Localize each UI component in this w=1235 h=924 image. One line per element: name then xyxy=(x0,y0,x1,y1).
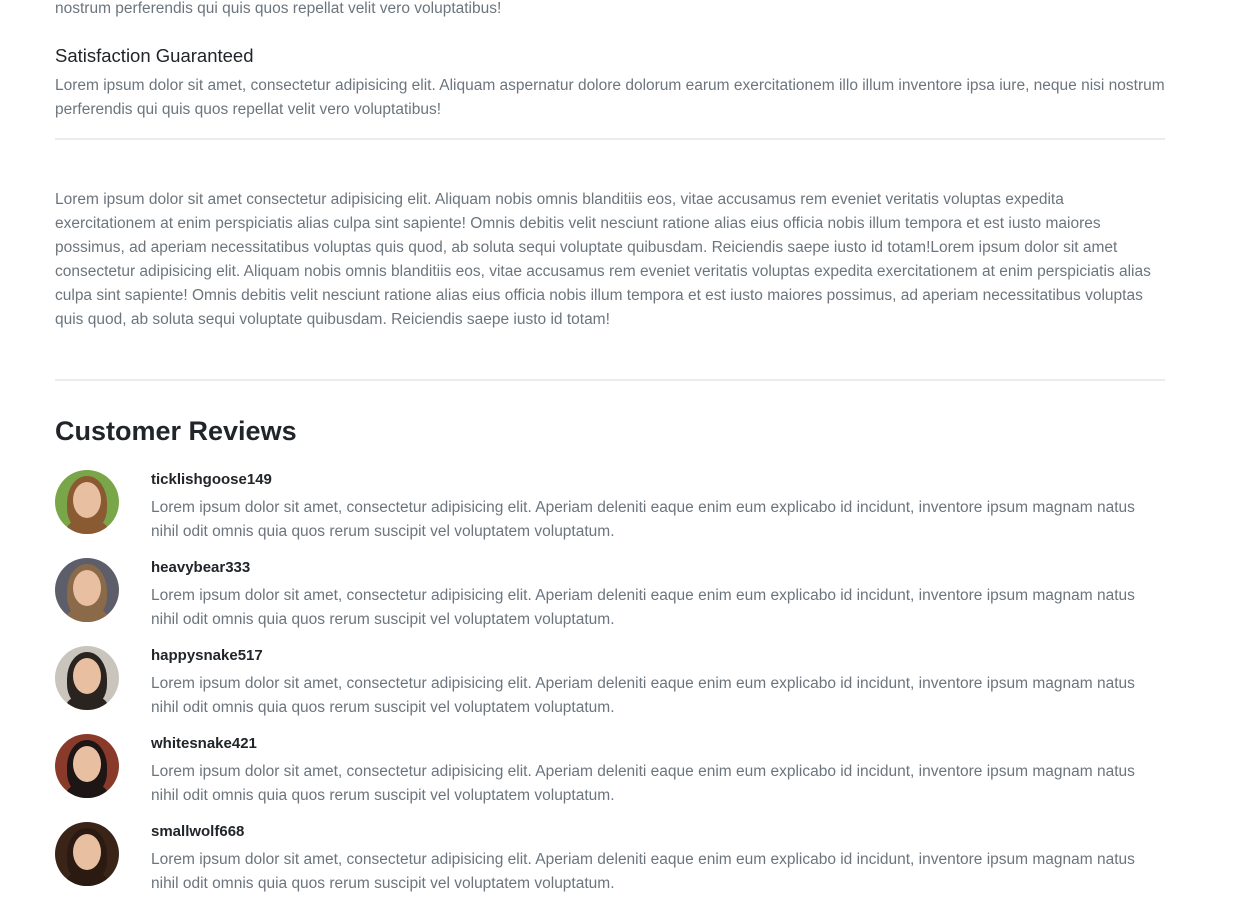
feature-text: Lorem ipsum dolor sit amet, consectetur … xyxy=(55,77,1165,118)
review-item: whitesnake421 Lorem ipsum dolor sit amet… xyxy=(55,734,1165,822)
review-text: Lorem ipsum dolor sit amet, consectetur … xyxy=(151,851,1135,892)
review-username: ticklishgoose149 xyxy=(151,471,272,488)
review-item: heavybear333 Lorem ipsum dolor sit amet,… xyxy=(55,558,1165,646)
divider xyxy=(55,138,1165,140)
review-username: heavybear333 xyxy=(151,559,251,576)
review-text: Lorem ipsum dolor sit amet, consectetur … xyxy=(151,587,1135,628)
review-text: Lorem ipsum dolor sit amet, consectetur … xyxy=(151,499,1135,540)
review-item: happysnake517 Lorem ipsum dolor sit amet… xyxy=(55,646,1165,734)
review-username: smallwolf668 xyxy=(151,823,245,840)
avatar xyxy=(55,470,119,534)
avatar xyxy=(55,646,119,710)
review-text: Lorem ipsum dolor sit amet, consectetur … xyxy=(151,675,1135,716)
feature-text-previous: nostrum perferendis qui quis quos repell… xyxy=(55,0,502,17)
product-description: Lorem ipsum dolor sit amet consectetur a… xyxy=(55,191,1151,328)
feature-title: Satisfaction Guaranteed xyxy=(55,45,254,66)
review-text: Lorem ipsum dolor sit amet, consectetur … xyxy=(151,763,1135,804)
review-username: whitesnake421 xyxy=(151,735,257,752)
avatar xyxy=(55,822,119,886)
avatar xyxy=(55,558,119,622)
avatar xyxy=(55,734,119,798)
review-item: smallwolf668 Lorem ipsum dolor sit amet,… xyxy=(55,822,1165,910)
reviews-title: Customer Reviews xyxy=(55,416,297,446)
review-username: happysnake517 xyxy=(151,647,263,664)
divider xyxy=(55,379,1165,381)
review-item: ticklishgoose149 Lorem ipsum dolor sit a… xyxy=(55,470,1165,558)
